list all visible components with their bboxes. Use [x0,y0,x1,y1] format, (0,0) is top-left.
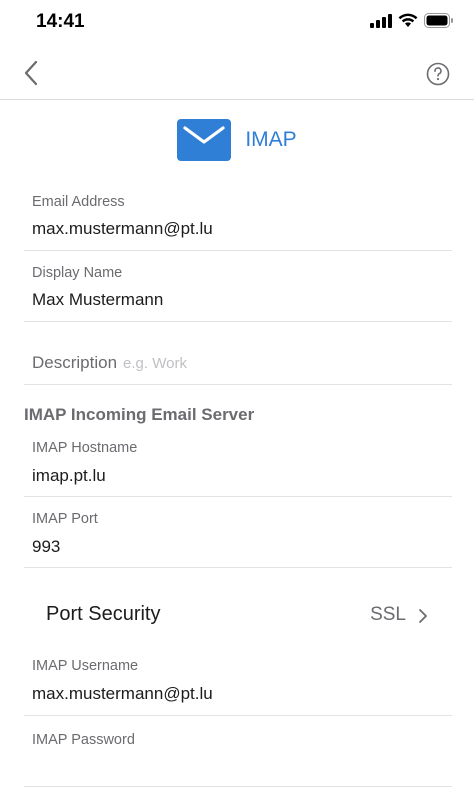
display-name-label: Display Name [32,265,123,281]
imap-port-field[interactable]: IMAP Port 993 [24,497,452,568]
imap-username-value[interactable]: max.mustermann@pt.lu [32,684,442,704]
imap-password-field[interactable]: IMAP Password [24,716,452,787]
nav-bar [0,44,474,100]
account-type-header: IMAP [0,118,474,162]
imap-username-field[interactable]: IMAP Username max.mustermann@pt.lu [24,650,452,716]
status-time: 14:41 [36,11,85,32]
imap-port-label: IMAP Port [32,511,98,527]
envelope-icon [177,119,232,161]
description-input[interactable] [123,355,323,372]
status-bar: 14:41 [0,0,474,44]
chevron-left-icon [24,60,38,86]
incoming-server-section-title: IMAP Incoming Email Server [24,405,255,424]
description-field[interactable]: Description [24,322,452,385]
cellular-signal-icon [370,13,392,28]
imap-hostname-field[interactable]: IMAP Hostname imap.pt.lu [24,432,452,497]
envelope-glyph [183,126,225,144]
description-label: Description [32,353,118,372]
help-button[interactable] [426,62,450,86]
back-button[interactable] [20,59,46,87]
imap-hostname-value[interactable]: imap.pt.lu [32,466,442,486]
imap-password-label: IMAP Password [32,732,135,748]
display-name-field[interactable]: Display Name Max Mustermann [24,251,452,322]
wifi-icon [398,13,418,27]
battery-icon [424,13,453,28]
imap-username-label: IMAP Username [32,658,139,674]
chevron-right-icon [419,609,427,623]
imap-hostname-label: IMAP Hostname [32,440,138,456]
status-icons [370,13,454,28]
email-field[interactable]: Email Address max.mustermann@pt.lu [24,186,452,251]
account-type-title: IMAP [245,128,297,151]
imap-port-value[interactable]: 993 [32,537,442,557]
email-value[interactable]: max.mustermann@pt.lu [32,219,442,239]
question-circle-icon [426,62,450,86]
port-security-label: Port Security [46,603,161,625]
email-label: Email Address [32,194,125,210]
port-security-row[interactable]: Port Security SSL [0,592,474,638]
display-name-value[interactable]: Max Mustermann [32,290,442,310]
port-security-value: SSL [370,604,406,625]
